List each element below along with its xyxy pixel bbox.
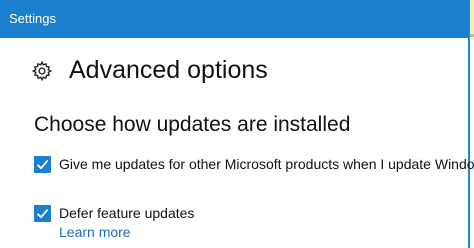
section-title: Choose how updates are installed xyxy=(34,113,351,136)
gear-icon xyxy=(31,60,53,82)
page-title: Advanced options xyxy=(69,56,268,84)
option-label-defer-feature-updates[interactable]: Defer feature updates xyxy=(59,204,194,222)
checkbox-defer-feature-updates[interactable] xyxy=(34,205,51,222)
checkmark-icon xyxy=(36,209,49,219)
checkmark-icon xyxy=(36,160,49,170)
checkbox-microsoft-updates[interactable] xyxy=(34,156,51,173)
option-label-microsoft-updates[interactable]: Give me updates for other Microsoft prod… xyxy=(59,155,474,173)
window-title: Settings xyxy=(9,11,56,26)
title-bar[interactable]: Settings xyxy=(0,0,468,38)
learn-more-link[interactable]: Learn more xyxy=(59,223,131,241)
screen: Settings Advanced options Choose how upd… xyxy=(0,0,474,248)
settings-window: Settings Advanced options Choose how upd… xyxy=(0,0,474,248)
